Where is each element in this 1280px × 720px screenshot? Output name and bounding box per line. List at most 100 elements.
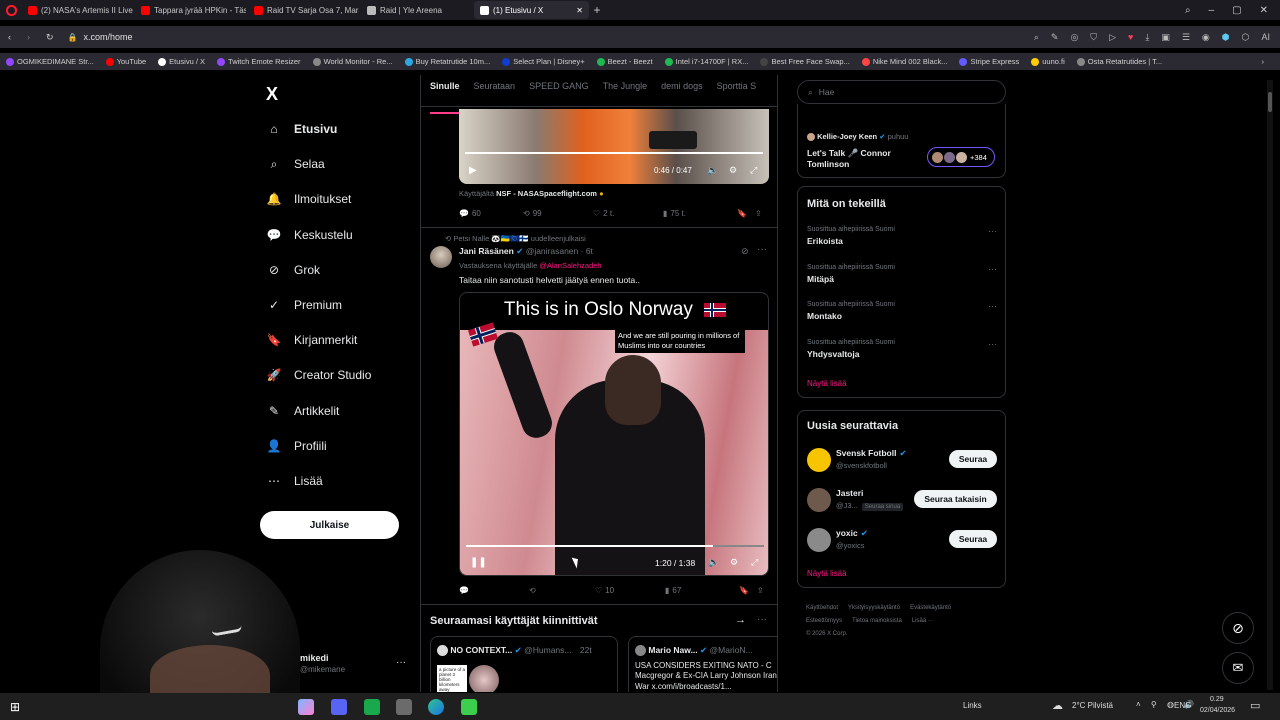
follow-suggestion[interactable]: yoxic ✔ @yoxics Seuraa: [798, 528, 1007, 562]
share-button[interactable]: ⇪: [757, 586, 764, 595]
browser-tab[interactable]: (2) NASA's Artemis II Live: [22, 1, 133, 19]
discord-icon[interactable]: [331, 699, 347, 715]
weather-text[interactable]: 2°C Pilvistä: [1072, 701, 1113, 710]
trend-more-icon[interactable]: ···: [988, 226, 997, 236]
feed-tab[interactable]: Sporttia S: [717, 81, 757, 107]
bookmark-item[interactable]: Osta Retatrutides | T...: [1071, 57, 1168, 66]
grok-float-button[interactable]: ⊘: [1222, 612, 1254, 644]
pause-icon[interactable]: ❚❚: [470, 557, 487, 568]
repost-button[interactable]: ⟲: [529, 586, 595, 595]
trend-more-icon[interactable]: ···: [988, 301, 997, 311]
browser-tab[interactable]: Raid | Yle Areena: [361, 1, 472, 19]
post2-author[interactable]: Jani Räsänen: [459, 246, 514, 256]
minimize-icon[interactable]: –: [1209, 5, 1215, 16]
footer-link[interactable]: © 2026 X Corp.: [806, 631, 847, 637]
search-box[interactable]: ⌕ Hae: [797, 80, 1006, 104]
pinned-card[interactable]: NO CONTEXT... ✔ @Humans... 22t a picture…: [430, 636, 618, 692]
trends-show-more[interactable]: Näytä lisää: [807, 379, 847, 388]
play-icon[interactable]: ▶: [469, 165, 477, 176]
bookmark-button[interactable]: 🔖: [737, 209, 755, 218]
close-window-icon[interactable]: ✕: [1260, 5, 1268, 16]
extension-icon[interactable]: ⬢: [1222, 32, 1230, 43]
shield-icon[interactable]: ⛉: [1090, 32, 1097, 43]
bookmark-item[interactable]: Select Plan | Disney+: [496, 57, 590, 66]
feed-tab[interactable]: The Jungle: [603, 81, 648, 107]
nav-item-creator-studio[interactable]: 🚀 Creator Studio: [266, 367, 372, 383]
new-tab-button[interactable]: +: [589, 3, 605, 17]
ai-icon[interactable]: AI: [1261, 32, 1270, 43]
grok-icon[interactable]: ⊘: [741, 246, 749, 257]
nav-item-lisää[interactable]: ⋯ Lisää: [266, 473, 323, 489]
footer-link[interactable]: Tietoa mainoksista: [852, 618, 902, 624]
bookmark-item[interactable]: Intel i7-14700F | RX...: [659, 57, 755, 66]
language[interactable]: ENG: [1174, 701, 1191, 710]
space-listeners[interactable]: +384: [927, 147, 995, 167]
trend-item[interactable]: Suosittua aihepiirissä Suomi Erikoista ···: [807, 226, 997, 246]
browser-tab[interactable]: (1) Etusivu / X ✕: [474, 1, 589, 19]
feed-tab[interactable]: demi dogs: [661, 81, 703, 107]
opera-logo-icon[interactable]: [0, 4, 22, 16]
maximize-icon[interactable]: ▢: [1232, 5, 1241, 16]
cube-icon[interactable]: ⬡: [1242, 32, 1250, 43]
follow-suggestion[interactable]: Svensk Fotboll ✔ @svenskfotboll Seuraa: [798, 448, 1007, 482]
bookmark-button[interactable]: 🔖: [739, 586, 757, 595]
feed-tab[interactable]: Seurataan: [474, 81, 516, 107]
edit-icon[interactable]: ✎: [1051, 32, 1059, 43]
trend-item[interactable]: Suosittua aihepiirissä Suomi Yhdysvaltoja…: [807, 339, 997, 359]
camera-icon[interactable]: ◎: [1070, 32, 1078, 43]
pinned-card[interactable]: Mario Naw... ✔ @MarioN... USA CONSIDERS …: [628, 636, 777, 692]
box-icon[interactable]: ▣: [1161, 32, 1170, 43]
browser-tab[interactable]: Raid TV Sarja Osa 7, Marat: [248, 1, 359, 19]
post-more-icon[interactable]: ···: [757, 244, 767, 255]
browser-tab[interactable]: Tappara jyrää HPKin - Täs: [135, 1, 246, 19]
bookmark-item[interactable]: uuno.fi: [1025, 57, 1071, 66]
like-button[interactable]: ♡ 10: [595, 586, 665, 595]
clock-time[interactable]: 0.29: [1210, 696, 1224, 703]
post-button[interactable]: Julkaise: [260, 511, 399, 539]
tab-close-icon[interactable]: ✕: [576, 6, 583, 15]
footer-link[interactable]: Yksityisyyskäytäntö: [848, 605, 900, 611]
x-logo[interactable]: X: [266, 84, 278, 105]
messages-float-button[interactable]: ✉: [1222, 652, 1254, 684]
nav-item-grok[interactable]: ⊘ Grok: [266, 262, 320, 278]
footer-link[interactable]: Käyttöehdot: [806, 605, 838, 611]
forward-icon[interactable]: ›: [27, 32, 30, 42]
nav-item-artikkelit[interactable]: ✎ Artikkelit: [266, 403, 339, 419]
account-switcher[interactable]: mikedi @mikemane ···: [300, 653, 410, 674]
play-icon[interactable]: ▷: [1109, 32, 1116, 43]
follow-show-more[interactable]: Näytä lisää: [807, 569, 847, 578]
post2-video[interactable]: This is in Oslo Norway And we are still …: [459, 292, 769, 576]
post1-video[interactable]: ▶ 0:46 / 0:47 🔈 ⚙ ⤢: [459, 109, 769, 184]
nav-item-profiili[interactable]: 👤 Profiili: [266, 438, 327, 454]
follow-button[interactable]: Seuraa: [949, 450, 997, 468]
bookmark-item[interactable]: Best Free Face Swap...: [754, 57, 855, 66]
nav-item-kirjanmerkit[interactable]: 🔖 Kirjanmerkit: [266, 332, 358, 348]
bookmark-item[interactable]: Beezt - Beezt: [591, 57, 659, 66]
space-card[interactable]: Kellie-Joey Keen ✔ puhuu Let's Talk 🎤 Co…: [797, 104, 1006, 178]
notifications-icon[interactable]: ▭: [1250, 699, 1260, 712]
bookmark-item[interactable]: Stripe Express: [953, 57, 1025, 66]
views-button[interactable]: ▮ 67: [665, 586, 739, 595]
app-green-icon[interactable]: [364, 699, 380, 715]
page-scrollbar[interactable]: [1267, 80, 1273, 690]
url-field[interactable]: x.com/home: [84, 32, 133, 42]
repost-author[interactable]: Petsi Nalle: [453, 234, 489, 243]
nav-item-premium[interactable]: ✓ Premium: [266, 297, 342, 313]
download-icon[interactable]: ⤓: [1145, 32, 1149, 43]
reply-button[interactable]: 💬: [459, 586, 529, 595]
footer-link[interactable]: Esteettömyys: [806, 618, 842, 624]
zoom-icon[interactable]: ⌕: [1034, 32, 1039, 43]
trend-item[interactable]: Suosittua aihepiirissä Suomi Mitäpä ···: [807, 264, 997, 284]
follow-button[interactable]: Seuraa takaisin: [914, 490, 997, 508]
nav-item-selaa[interactable]: ⌕ Selaa: [266, 156, 325, 172]
feed-tab[interactable]: Sinulle: [430, 81, 460, 114]
nav-item-ilmoitukset[interactable]: 🔔 Ilmoitukset: [266, 191, 352, 207]
post2-avatar[interactable]: [430, 246, 452, 268]
arrow-right-icon[interactable]: →: [735, 614, 746, 626]
back-icon[interactable]: ‹: [8, 32, 11, 42]
links-toolbar[interactable]: Links: [963, 701, 982, 710]
trend-more-icon[interactable]: ···: [988, 264, 997, 274]
settings-icon[interactable]: ⚙: [729, 165, 737, 176]
start-icon[interactable]: ⊞: [10, 700, 20, 714]
copilot-icon[interactable]: [298, 699, 314, 715]
